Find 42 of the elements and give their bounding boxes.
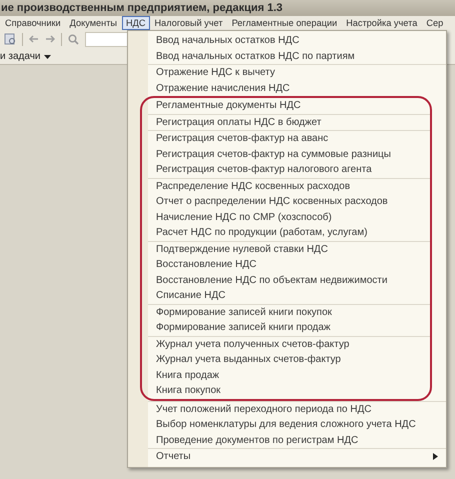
menu-item[interactable]: Регистрация оплаты НДС в бюджет bbox=[148, 114, 430, 130]
menu-item[interactable]: Расчет НДС по продукции (работам, услугам) bbox=[148, 225, 430, 240]
menu-item[interactable]: Регистрация счетов-фактур на аванс bbox=[148, 131, 430, 146]
print-preview-icon[interactable] bbox=[4, 33, 16, 45]
menu-item[interactable]: Начисление НДС по СМР (хозспособ) bbox=[148, 210, 430, 225]
menu-item[interactable]: Восстановление НДС bbox=[148, 257, 430, 272]
menu-item[interactable]: Отражение начисления НДС bbox=[148, 80, 446, 96]
menu-item[interactable]: Книга продаж bbox=[148, 368, 430, 383]
submenu-arrow-icon bbox=[433, 453, 438, 460]
menu-item[interactable]: Журнал учета полученных счетов-фактур bbox=[148, 336, 430, 352]
menu-item[interactable]: Подтверждение нулевой ставки НДС bbox=[148, 242, 430, 257]
menu-bar-item[interactable]: Регламентные операции bbox=[228, 16, 342, 30]
menu-item[interactable]: Проведение документов по регистрам НДС bbox=[148, 432, 446, 448]
menu-item[interactable]: Ввод начальных остатков НДС по партиям bbox=[148, 48, 446, 64]
menu-item[interactable]: Списание НДС bbox=[148, 288, 430, 304]
menu-item[interactable]: Выбор номенклатуры для ведения сложного учета НДС bbox=[148, 417, 446, 432]
menu-bar-item[interactable]: Настройка учета bbox=[342, 16, 422, 30]
menu-item[interactable]: Отчет о распределении НДС косвенных расходов bbox=[148, 194, 430, 210]
menu-bar-item[interactable]: Налоговый учет bbox=[150, 16, 227, 30]
menu-bar-item[interactable]: Справочники bbox=[1, 16, 65, 30]
menu-item[interactable]: Книга покупок bbox=[148, 383, 430, 398]
menu-bar-item[interactable]: Сер bbox=[422, 16, 448, 30]
menu-item[interactable]: Регламентные документы НДС bbox=[148, 98, 430, 114]
menu-bar-item[interactable]: Документы bbox=[66, 16, 122, 30]
menu-item[interactable]: Распределение НДС косвенных расходов bbox=[148, 178, 430, 194]
dropdown-caret-icon[interactable] bbox=[44, 54, 52, 58]
menu-item[interactable]: Восстановление НДС по объектам недвижимости bbox=[148, 272, 430, 288]
task-panel-label: и задачи bbox=[0, 50, 40, 62]
menu-item[interactable]: Формирование записей книги покупок bbox=[148, 304, 430, 320]
window-title: ие производственным предприятием, редакция 1.3 bbox=[0, 2, 283, 14]
menu-item[interactable]: Регистрация счетов-фактур налогового агента bbox=[148, 162, 430, 178]
menu-item[interactable]: Отчеты bbox=[148, 449, 446, 464]
menu-item[interactable]: Учет положений переходного периода по НДС bbox=[148, 402, 446, 417]
back-arrow-icon[interactable] bbox=[29, 35, 39, 43]
menu-item[interactable]: Ввод начальных остатков НДС bbox=[148, 33, 446, 48]
forward-arrow-icon[interactable] bbox=[45, 35, 55, 43]
menu-item[interactable]: Регистрация счетов-фактур на суммовые разницы bbox=[148, 146, 430, 162]
menu-item[interactable]: Журнал учета выданных счетов-фактур bbox=[148, 352, 430, 368]
search-icon[interactable] bbox=[68, 34, 79, 44]
menu-bar-item[interactable]: НДС bbox=[122, 16, 150, 30]
menu-item[interactable]: Формирование записей книги продаж bbox=[148, 320, 430, 336]
menu-item[interactable]: Отражение НДС к вычету bbox=[148, 65, 446, 80]
